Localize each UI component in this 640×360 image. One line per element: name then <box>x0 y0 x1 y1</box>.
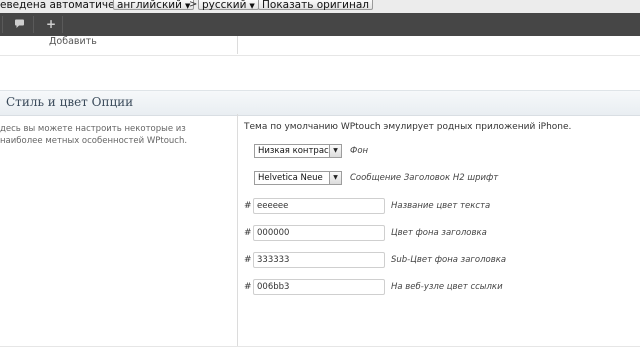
subheader-bg-color-input[interactable]: 333333 <box>253 252 385 268</box>
admin-bar-divider <box>62 16 63 33</box>
divider <box>0 55 640 56</box>
settings-intro: Тема по умолчанию WPtouch эмулирует родн… <box>244 122 572 132</box>
heading-font-label: Сообщение Заголовок H2 шрифт <box>350 173 499 183</box>
plus-icon: + <box>46 17 57 31</box>
admin-bar: + <box>0 13 640 36</box>
admin-bar-divider <box>33 16 34 33</box>
section-header: Стиль и цвет Опции <box>0 90 640 116</box>
heading-font-select[interactable]: Helvetica Neue ▼ <box>254 171 342 185</box>
heading-font-select-value: Helvetica Neue <box>258 173 323 183</box>
chevron-down-icon: ▼ <box>249 2 255 10</box>
source-language-value: английский <box>117 0 182 11</box>
subheader-bg-color-label: Sub-Цвет фона заголовка <box>391 255 507 265</box>
title-text-color-label: Название цвет текста <box>391 201 491 211</box>
background-select-value: Низкая контраст <box>258 146 334 156</box>
header-bg-color-input[interactable]: 000000 <box>253 225 385 241</box>
link-color-input[interactable]: 006bb3 <box>253 279 385 295</box>
language-separator: > <box>189 0 198 10</box>
section-title: Стиль и цвет Опции <box>6 95 134 109</box>
target-language-select[interactable]: русский ▼ <box>198 0 259 11</box>
header-bg-color-label: Цвет фона заголовка <box>391 228 487 238</box>
hash-prefix: # <box>244 201 252 211</box>
section-description: десь вы можете настроить некоторые из на… <box>0 124 188 146</box>
comments-button[interactable] <box>14 13 25 36</box>
source-language-select[interactable]: английский ▼ <box>113 0 195 11</box>
link-color-label: На веб-узле цвет ссылки <box>391 282 503 292</box>
column-divider <box>237 114 238 346</box>
background-label: Фон <box>350 146 369 156</box>
chevron-down-icon: ▼ <box>329 172 341 184</box>
column-divider <box>237 36 238 54</box>
background-select[interactable]: Низкая контраст ▼ <box>254 144 342 158</box>
admin-bar-divider <box>2 16 3 33</box>
hash-prefix: # <box>244 255 252 265</box>
chevron-down-icon: ▼ <box>329 145 341 157</box>
target-language-value: русский <box>202 0 247 11</box>
add-new-menu-item[interactable]: Добавить <box>49 36 97 47</box>
title-text-color-input[interactable]: eeeeee <box>253 198 385 214</box>
hash-prefix: # <box>244 282 252 292</box>
hash-prefix: # <box>244 228 252 238</box>
translate-bar: еведена автоматически английский ▼ > русс… <box>0 0 640 14</box>
show-original-button[interactable]: Показать оригинал <box>258 0 374 11</box>
speech-bubble-icon <box>15 19 24 28</box>
divider <box>0 346 640 347</box>
new-content-button[interactable]: + <box>46 13 56 36</box>
